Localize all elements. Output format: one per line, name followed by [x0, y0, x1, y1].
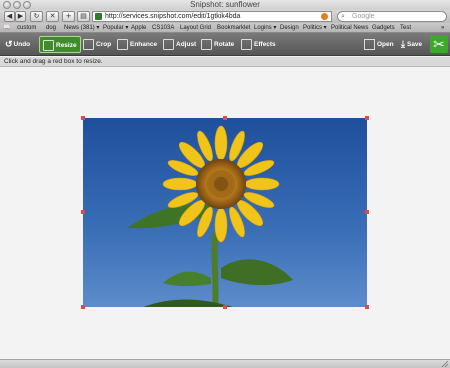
rotate-icon: [201, 38, 212, 50]
add-bookmark-button[interactable]: +: [62, 11, 75, 22]
adjust-label: Adjust: [176, 41, 197, 48]
site-favicon-icon: [95, 13, 102, 20]
status-bar: [0, 359, 450, 368]
editing-canvas: [0, 67, 450, 359]
resize-handle-left[interactable]: [81, 210, 85, 214]
crop-button[interactable]: Crop: [81, 36, 113, 53]
bookmark-bookmarklet[interactable]: Bookmarklet: [217, 23, 250, 33]
bookmark-layout-grid[interactable]: Layout Grid: [180, 23, 211, 33]
bookmark-dog[interactable]: dog: [46, 23, 56, 33]
bookmarks-overflow-button[interactable]: »: [441, 23, 444, 33]
window-title: Snipshot: sunflower: [190, 0, 260, 9]
adjust-icon: [163, 38, 174, 50]
navigation-toolbar: ◀ ▶ ↻ ✕ + ▤ http://services.snipshot.com…: [0, 10, 450, 23]
bookmark-logins[interactable]: Logins ▾: [254, 23, 276, 33]
undo-label: Undo: [13, 41, 31, 49]
bookmark-popular[interactable]: Popular ▾: [103, 23, 128, 33]
bookmark-gadgets[interactable]: Gadgets: [372, 23, 395, 33]
resize-handle-top-left[interactable]: [81, 116, 85, 120]
reload-button[interactable]: ↻: [30, 11, 43, 22]
resize-handle-bottom-left[interactable]: [81, 305, 85, 309]
stop-icon: ✕: [49, 12, 56, 20]
address-bar[interactable]: http://services.snipshot.com/edit/1gtkik…: [92, 11, 332, 22]
bookmark-custom[interactable]: custom: [17, 23, 36, 33]
back-button[interactable]: ◀: [4, 11, 15, 22]
stop-button[interactable]: ✕: [46, 11, 59, 22]
bookmark-politics[interactable]: Politics ▾: [303, 23, 327, 33]
page-menu-button[interactable]: ▤: [77, 11, 90, 22]
open-button[interactable]: Open: [362, 36, 396, 53]
resize-handle-bottom[interactable]: [223, 305, 227, 309]
save-label: Save: [406, 41, 423, 49]
browser-window: Snipshot: sunflower ◀ ▶ ↻ ✕ + ▤ http://s…: [0, 0, 450, 368]
resize-label: Resize: [56, 42, 77, 49]
undo-button[interactable]: ↺Undo: [3, 36, 32, 53]
resize-icon: [43, 39, 54, 51]
open-label: Open: [377, 41, 394, 48]
resize-handle-top-right[interactable]: [365, 116, 369, 120]
bookmark-news[interactable]: News (381) ▾: [64, 23, 99, 33]
page-icon: ▤: [80, 12, 87, 20]
rotate-button[interactable]: Rotate: [199, 36, 236, 53]
bookmark-test[interactable]: Test: [400, 23, 411, 33]
bookmark-apple[interactable]: Apple: [131, 23, 146, 33]
resize-handle-right[interactable]: [365, 210, 369, 214]
bookmarks-bar: 📖 custom dog News (381) ▾ Popular ▾ Appl…: [0, 23, 450, 33]
back-icon: ◀: [6, 12, 13, 20]
forward-button[interactable]: ▶: [15, 11, 26, 22]
bookmark-political-news[interactable]: Political News: [331, 23, 368, 33]
undo-icon: ↺: [5, 39, 13, 49]
bookmark-design[interactable]: Design: [280, 23, 299, 33]
save-button[interactable]: ⤓ Save: [399, 36, 424, 53]
enhance-label: Enhance: [130, 41, 158, 48]
reload-icon: ↻: [33, 12, 40, 20]
adjust-button[interactable]: Adjust: [161, 36, 198, 53]
resize-button[interactable]: Resize: [39, 36, 81, 53]
enhance-button[interactable]: Enhance: [115, 36, 159, 53]
sunflower-image: [83, 118, 367, 307]
crop-label: Crop: [96, 41, 112, 48]
sunflower-photo: [83, 118, 367, 307]
download-icon: ⤓: [401, 39, 405, 49]
rss-icon[interactable]: [321, 13, 328, 20]
effects-button[interactable]: Effects: [239, 36, 278, 53]
resize-handle-top[interactable]: [223, 116, 227, 120]
crop-icon: [83, 38, 94, 50]
bookmark-cs103a[interactable]: CS103A: [152, 23, 174, 33]
resize-hint-text: Click and drag a red box to resize.: [4, 58, 103, 65]
window-resize-grip-icon[interactable]: [441, 360, 449, 368]
status-hint-bar: Click and drag a red box to resize.: [0, 57, 450, 67]
folder-icon: [364, 38, 375, 50]
enhance-icon: [117, 38, 128, 50]
forward-icon: ▶: [17, 12, 24, 20]
rotate-label: Rotate: [214, 41, 235, 48]
resize-handle-bottom-right[interactable]: [365, 305, 369, 309]
effects-label: Effects: [254, 41, 276, 48]
search-placeholder: Google: [352, 13, 375, 20]
title-bar: Snipshot: sunflower: [0, 0, 450, 10]
address-url: http://services.snipshot.com/edit/1gtkik…: [105, 13, 241, 20]
snipshot-logo-icon[interactable]: ✂: [430, 35, 448, 53]
plus-icon: +: [65, 12, 72, 20]
search-field[interactable]: ⌕ Google: [337, 11, 447, 22]
effects-icon: [241, 38, 252, 50]
bookmarks-icon[interactable]: 📖: [3, 23, 10, 33]
search-icon: ⌕: [341, 13, 345, 20]
editor-toolbar: ↺Undo Resize Crop Enhance Adjust Rotate …: [0, 33, 450, 56]
